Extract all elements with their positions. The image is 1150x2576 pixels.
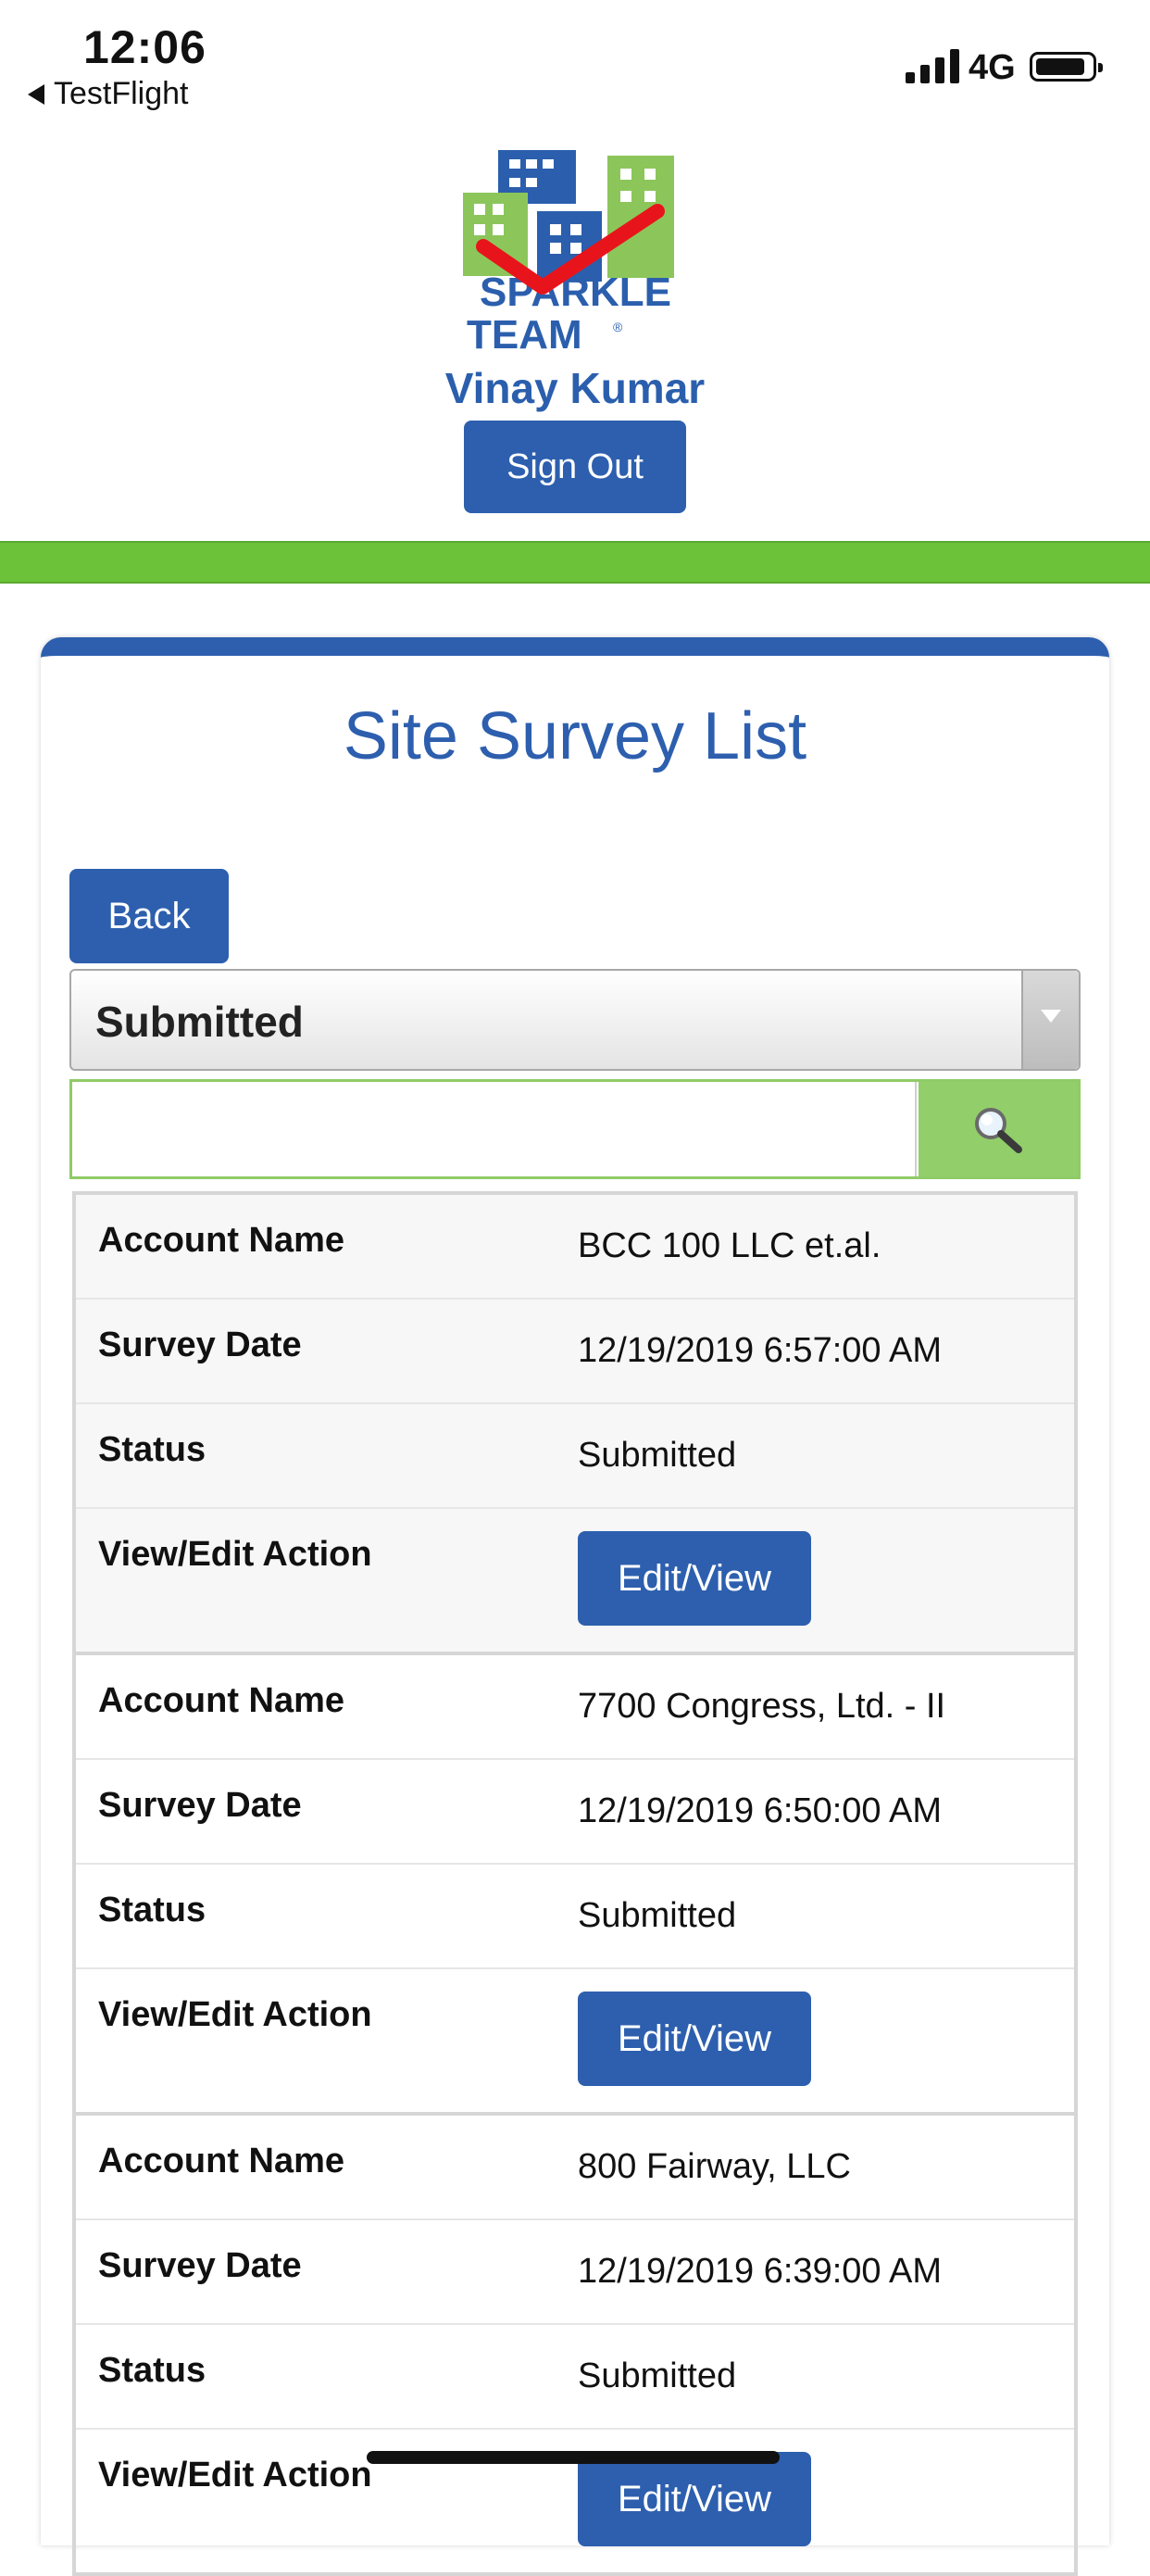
survey-list: Account Name BCC 100 LLC et.al. Survey D… — [72, 1191, 1078, 2576]
table-row: Account Name BCC 100 LLC et.al. — [76, 1195, 1074, 1300]
table-row: Survey Date 12/19/2019 6:39:00 AM — [76, 2220, 1074, 2325]
edit-view-button[interactable]: Edit/View — [578, 1531, 811, 1626]
sparkle-team-logo: SPARKLE TEAM ® — [463, 150, 674, 358]
status-value: Submitted — [578, 2356, 737, 2395]
search-input[interactable] — [72, 1082, 917, 1176]
status-value: Submitted — [578, 1436, 737, 1475]
chevron-down-icon — [1041, 1010, 1061, 1023]
logo-text-team: TEAM — [467, 312, 582, 358]
account-name-label: Account Name — [98, 1221, 345, 1260]
status-label: Status — [98, 1891, 206, 1929]
back-triangle-icon — [28, 83, 44, 105]
survey-date-value: 12/19/2019 6:39:00 AM — [578, 2252, 942, 2291]
table-row: Status Submitted — [76, 1404, 1074, 1509]
account-name-value: 7700 Congress, Ltd. - II — [578, 1687, 946, 1726]
cellular-signal-icon — [906, 48, 959, 83]
table-row: Survey Date 12/19/2019 6:50:00 AM — [76, 1760, 1074, 1865]
survey-record: Account Name 7700 Congress, Ltd. - II Su… — [72, 1652, 1078, 2116]
table-row: Account Name 7700 Congress, Ltd. - II — [76, 1655, 1074, 1760]
back-button[interactable]: Back — [69, 869, 229, 963]
table-row: View/Edit Action Edit/View — [76, 1969, 1074, 2112]
battery-icon — [1030, 52, 1103, 82]
magnifier-icon — [975, 1108, 1022, 1153]
status-bar: 12:06 TestFlight 4G — [0, 0, 1150, 120]
user-name: Vinay Kumar — [444, 364, 706, 412]
registered-mark: ® — [613, 320, 623, 334]
search-button[interactable] — [919, 1082, 1078, 1176]
survey-record: Account Name 800 Fairway, LLC Survey Dat… — [72, 2112, 1078, 2576]
survey-date-label: Survey Date — [98, 2246, 302, 2285]
survey-record: Account Name BCC 100 LLC et.al. Survey D… — [72, 1191, 1078, 1655]
status-label: Status — [98, 1430, 206, 1469]
account-name-value: BCC 100 LLC et.al. — [578, 1226, 881, 1265]
search-bar — [69, 1079, 1081, 1179]
back-to-app-link[interactable]: TestFlight — [28, 76, 189, 112]
account-name-label: Account Name — [98, 2142, 345, 2180]
survey-date-value: 12/19/2019 6:57:00 AM — [578, 1331, 942, 1370]
edit-view-button[interactable]: Edit/View — [578, 1992, 811, 2086]
survey-date-label: Survey Date — [98, 1326, 302, 1364]
survey-date-label: Survey Date — [98, 1786, 302, 1825]
survey-date-value: 12/19/2019 6:50:00 AM — [578, 1791, 942, 1830]
page-title: Site Survey List — [343, 699, 807, 773]
logo-text-sparkle: SPARKLE — [480, 270, 671, 315]
status-filter-select[interactable]: Submitted — [69, 969, 1081, 1071]
edit-view-button[interactable]: Edit/View — [578, 2452, 811, 2546]
table-row: Status Submitted — [76, 1865, 1074, 1969]
home-indicator[interactable] — [367, 2451, 780, 2464]
table-row: Account Name 800 Fairway, LLC — [76, 2116, 1074, 2220]
action-label: View/Edit Action — [98, 1535, 372, 1574]
back-app-label: TestFlight — [54, 76, 189, 111]
clock: 12:06 — [83, 21, 206, 73]
network-type: 4G — [969, 48, 1016, 87]
table-row: Survey Date 12/19/2019 6:57:00 AM — [76, 1300, 1074, 1404]
account-name-label: Account Name — [98, 1681, 345, 1720]
table-row: View/Edit Action Edit/View — [76, 1509, 1074, 1652]
status-filter-value: Submitted — [95, 998, 304, 1046]
status-label: Status — [98, 2351, 206, 2390]
sign-out-button[interactable]: Sign Out — [464, 421, 686, 513]
status-value: Submitted — [578, 1896, 737, 1935]
table-row: Status Submitted — [76, 2325, 1074, 2430]
account-name-value: 800 Fairway, LLC — [578, 2147, 851, 2186]
header-divider-bar — [0, 541, 1150, 584]
select-arrow-button[interactable] — [1021, 971, 1079, 1069]
action-label: View/Edit Action — [98, 1995, 372, 2034]
